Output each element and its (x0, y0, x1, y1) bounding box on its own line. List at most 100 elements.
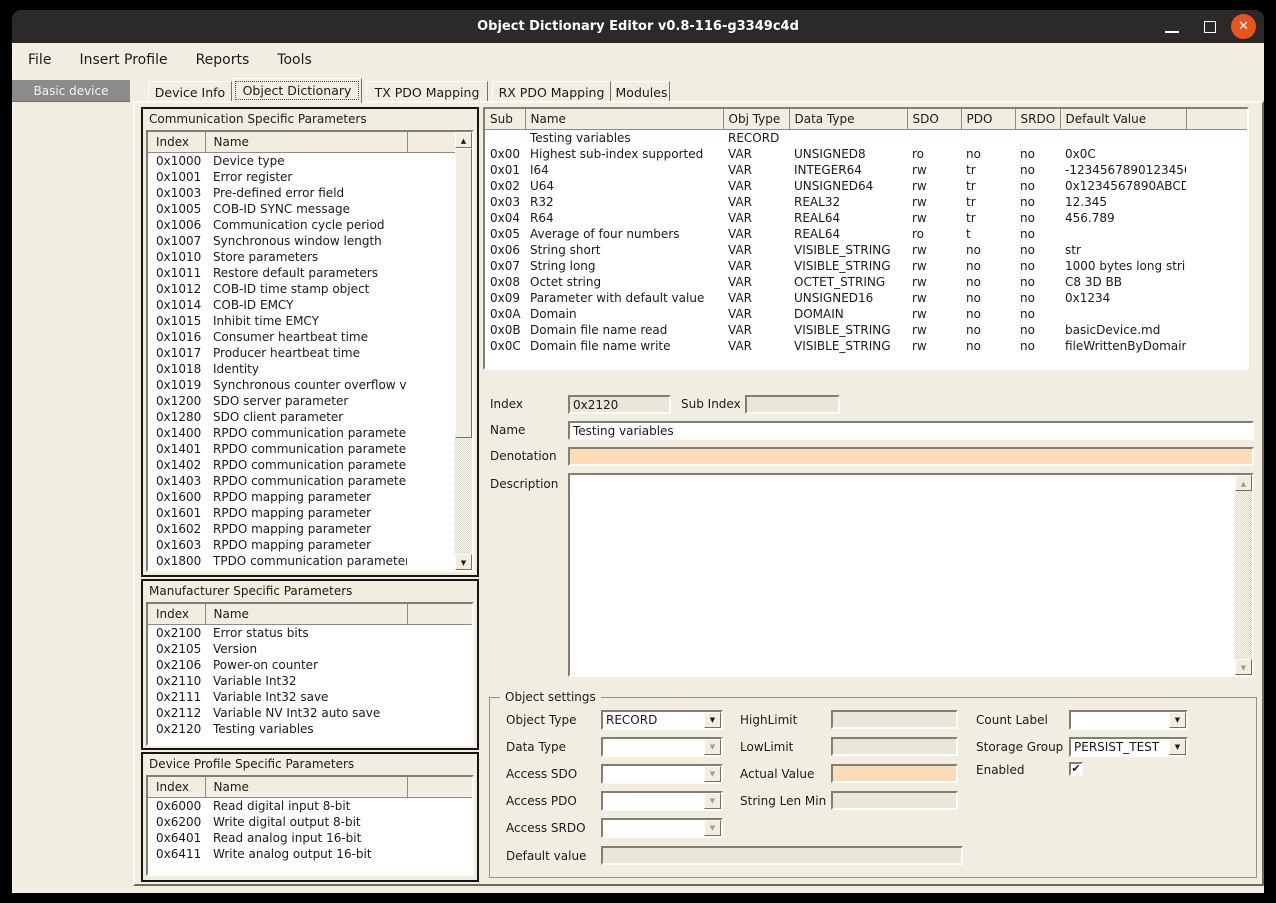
table-row[interactable]: 0x2112Variable NV Int32 auto save (148, 705, 472, 721)
storage-group-select[interactable]: PERSIST_TEST ▼ (1069, 737, 1188, 757)
table-row[interactable]: 0x1007Synchronous window length (148, 233, 455, 249)
index-field[interactable] (568, 395, 671, 414)
table-row[interactable]: 0x02U64VARUNSIGNED64rwtrno0x1234567890AB… (485, 178, 1247, 194)
table-row[interactable]: 0x09Parameter with default valueVARUNSIG… (485, 290, 1247, 306)
table-row[interactable]: 0x2120Testing variables (148, 721, 472, 737)
table-row[interactable]: Testing variablesRECORD (485, 129, 1247, 146)
table-row[interactable]: 0x1005COB-ID SYNC message (148, 201, 455, 217)
table-row[interactable]: 0x1401RPDO communication parameter (148, 441, 455, 457)
column-header-index[interactable]: Index (148, 604, 205, 624)
scroll-up-icon[interactable]: ▲ (455, 132, 472, 148)
high-limit-field[interactable] (831, 710, 958, 729)
table-row[interactable]: 0x6200Write digital output 8-bit (148, 814, 472, 830)
menu-file[interactable]: File (28, 52, 51, 68)
name-field[interactable] (568, 421, 1254, 440)
chevron-down-icon[interactable]: ▼ (1169, 712, 1186, 728)
table-row[interactable]: 0x01I64VARINTEGER64rwtrno-12345678901234… (485, 162, 1247, 178)
column-header-name[interactable]: Name (525, 109, 723, 129)
column-header-index[interactable]: Index (148, 777, 205, 797)
count-label-select[interactable]: ▼ (1069, 710, 1188, 730)
table-row[interactable]: 0x1402RPDO communication parameter (148, 457, 455, 473)
table-row[interactable]: 0x1000Device type (148, 152, 455, 169)
device-tab-basic-device[interactable]: Basic device (12, 80, 130, 102)
chevron-down-icon[interactable]: ▼ (1169, 739, 1186, 755)
enabled-checkbox[interactable]: ✔ (1069, 762, 1083, 776)
table-row[interactable]: 0x1016Consumer heartbeat time (148, 329, 455, 345)
access-srdo-select[interactable]: ▼ (601, 818, 723, 838)
table-row[interactable]: 0x6401Read analog input 16-bit (148, 830, 472, 846)
column-header-data-type[interactable]: Data Type (789, 109, 907, 129)
table-row[interactable]: 0x1200SDO server parameter (148, 393, 455, 409)
menu-reports[interactable]: Reports (196, 52, 250, 68)
table-row[interactable]: 0x1019Synchronous counter overflow value (148, 377, 455, 393)
sub-index-field[interactable] (745, 395, 840, 414)
tab-tx-pdo-mapping[interactable]: TX PDO Mapping (366, 81, 488, 103)
actual-value-field[interactable] (831, 764, 958, 783)
table-row[interactable]: 0x00Highest sub-index supportedVARUNSIGN… (485, 146, 1247, 162)
access-pdo-select[interactable]: ▼ (601, 791, 723, 811)
table-row[interactable]: 0x06String shortVARVISIBLE_STRINGrwnonos… (485, 242, 1247, 258)
tab-modules[interactable]: Modules (613, 81, 670, 103)
maximize-button[interactable] (1196, 10, 1224, 43)
chevron-down-icon[interactable]: ▼ (704, 712, 721, 728)
table-row[interactable]: 0x1017Producer heartbeat time (148, 345, 455, 361)
table-row[interactable]: 0x1601RPDO mapping parameter (148, 505, 455, 521)
table-row[interactable]: 0x1001Error register (148, 169, 455, 185)
access-sdo-select[interactable]: ▼ (601, 764, 723, 784)
scroll-down-icon[interactable]: ▼ (1235, 659, 1252, 675)
string-len-min-field[interactable] (831, 791, 958, 810)
table-row[interactable]: 0x1400RPDO communication parameter (148, 425, 455, 441)
tab-device-info[interactable]: Device Info (148, 81, 232, 103)
table-row[interactable]: 0x05Average of four numbersVARREAL64rotn… (485, 226, 1247, 242)
scroll-up-icon[interactable]: ▲ (1235, 475, 1252, 491)
table-row[interactable]: 0x03R32VARREAL32rwtrno12.345 (485, 194, 1247, 210)
column-header-default-value[interactable]: Default Value (1060, 109, 1186, 129)
column-header-sub[interactable]: Sub (485, 109, 525, 129)
table-row[interactable]: 0x2110Variable Int32 (148, 673, 472, 689)
low-limit-field[interactable] (831, 737, 958, 756)
table-row[interactable]: 0x1014COB-ID EMCY (148, 297, 455, 313)
table-row[interactable]: 0x6000Read digital input 8-bit (148, 797, 472, 814)
default-value-field[interactable] (601, 846, 963, 865)
close-button[interactable]: ✕ (1230, 10, 1258, 43)
table-row[interactable]: 0x2100Error status bits (148, 624, 472, 641)
column-header-name[interactable]: Name (205, 604, 407, 624)
table-row[interactable]: 0x2106Power-on counter (148, 657, 472, 673)
table-row[interactable]: 0x2105Version (148, 641, 472, 657)
table-row[interactable]: 0x1012COB-ID time stamp object (148, 281, 455, 297)
tab-object-dictionary[interactable]: Object Dictionary (232, 78, 362, 103)
table-row[interactable]: 0x1006Communication cycle period (148, 217, 455, 233)
table-row[interactable]: 0x1800TPDO communication parameter (148, 553, 455, 569)
column-header-name[interactable]: Name (205, 132, 407, 152)
table-row[interactable]: 0x1603RPDO mapping parameter (148, 537, 455, 553)
minimize-button[interactable] (1158, 10, 1186, 43)
scroll-down-icon[interactable]: ▼ (455, 554, 472, 570)
table-row[interactable]: 0x08Octet stringVAROCTET_STRINGrwnonoC8 … (485, 274, 1247, 290)
menu-insert-profile[interactable]: Insert Profile (79, 52, 167, 68)
comm-params-scrollbar[interactable]: ▲ ▼ (455, 132, 472, 570)
menu-tools[interactable]: Tools (277, 52, 312, 68)
table-row[interactable]: 0x1003Pre-defined error field (148, 185, 455, 201)
data-type-select[interactable]: ▼ (601, 737, 723, 757)
scrollbar-thumb[interactable] (455, 148, 472, 438)
table-row[interactable]: 0x1602RPDO mapping parameter (148, 521, 455, 537)
table-row[interactable]: 0x6411Write analog output 16-bit (148, 846, 472, 862)
denotation-field[interactable] (568, 447, 1254, 466)
tab-rx-pdo-mapping[interactable]: RX PDO Mapping (492, 81, 611, 103)
table-row[interactable]: 0x1403RPDO communication parameter (148, 473, 455, 489)
column-header-srdo[interactable]: SRDO (1015, 109, 1060, 129)
table-row[interactable]: 0x0BDomain file name readVARVISIBLE_STRI… (485, 322, 1247, 338)
table-row[interactable]: 0x1018Identity (148, 361, 455, 377)
object-type-select[interactable]: RECORD ▼ (601, 710, 723, 730)
table-row[interactable]: 0x04R64VARREAL64rwtrno456.789 (485, 210, 1247, 226)
description-field[interactable]: ▲ ▼ (568, 473, 1254, 677)
table-row[interactable]: 0x1015Inhibit time EMCY (148, 313, 455, 329)
description-scrollbar[interactable]: ▲ ▼ (1235, 475, 1252, 675)
column-header-pdo[interactable]: PDO (961, 109, 1015, 129)
column-header-sdo[interactable]: SDO (907, 109, 961, 129)
table-row[interactable]: 0x07String longVARVISIBLE_STRINGrwnono10… (485, 258, 1247, 274)
table-row[interactable]: 0x1600RPDO mapping parameter (148, 489, 455, 505)
table-row[interactable]: 0x1010Store parameters (148, 249, 455, 265)
column-header-obj-type[interactable]: Obj Type (723, 109, 789, 129)
table-row[interactable]: 0x0ADomainVARDOMAINrwnono (485, 306, 1247, 322)
